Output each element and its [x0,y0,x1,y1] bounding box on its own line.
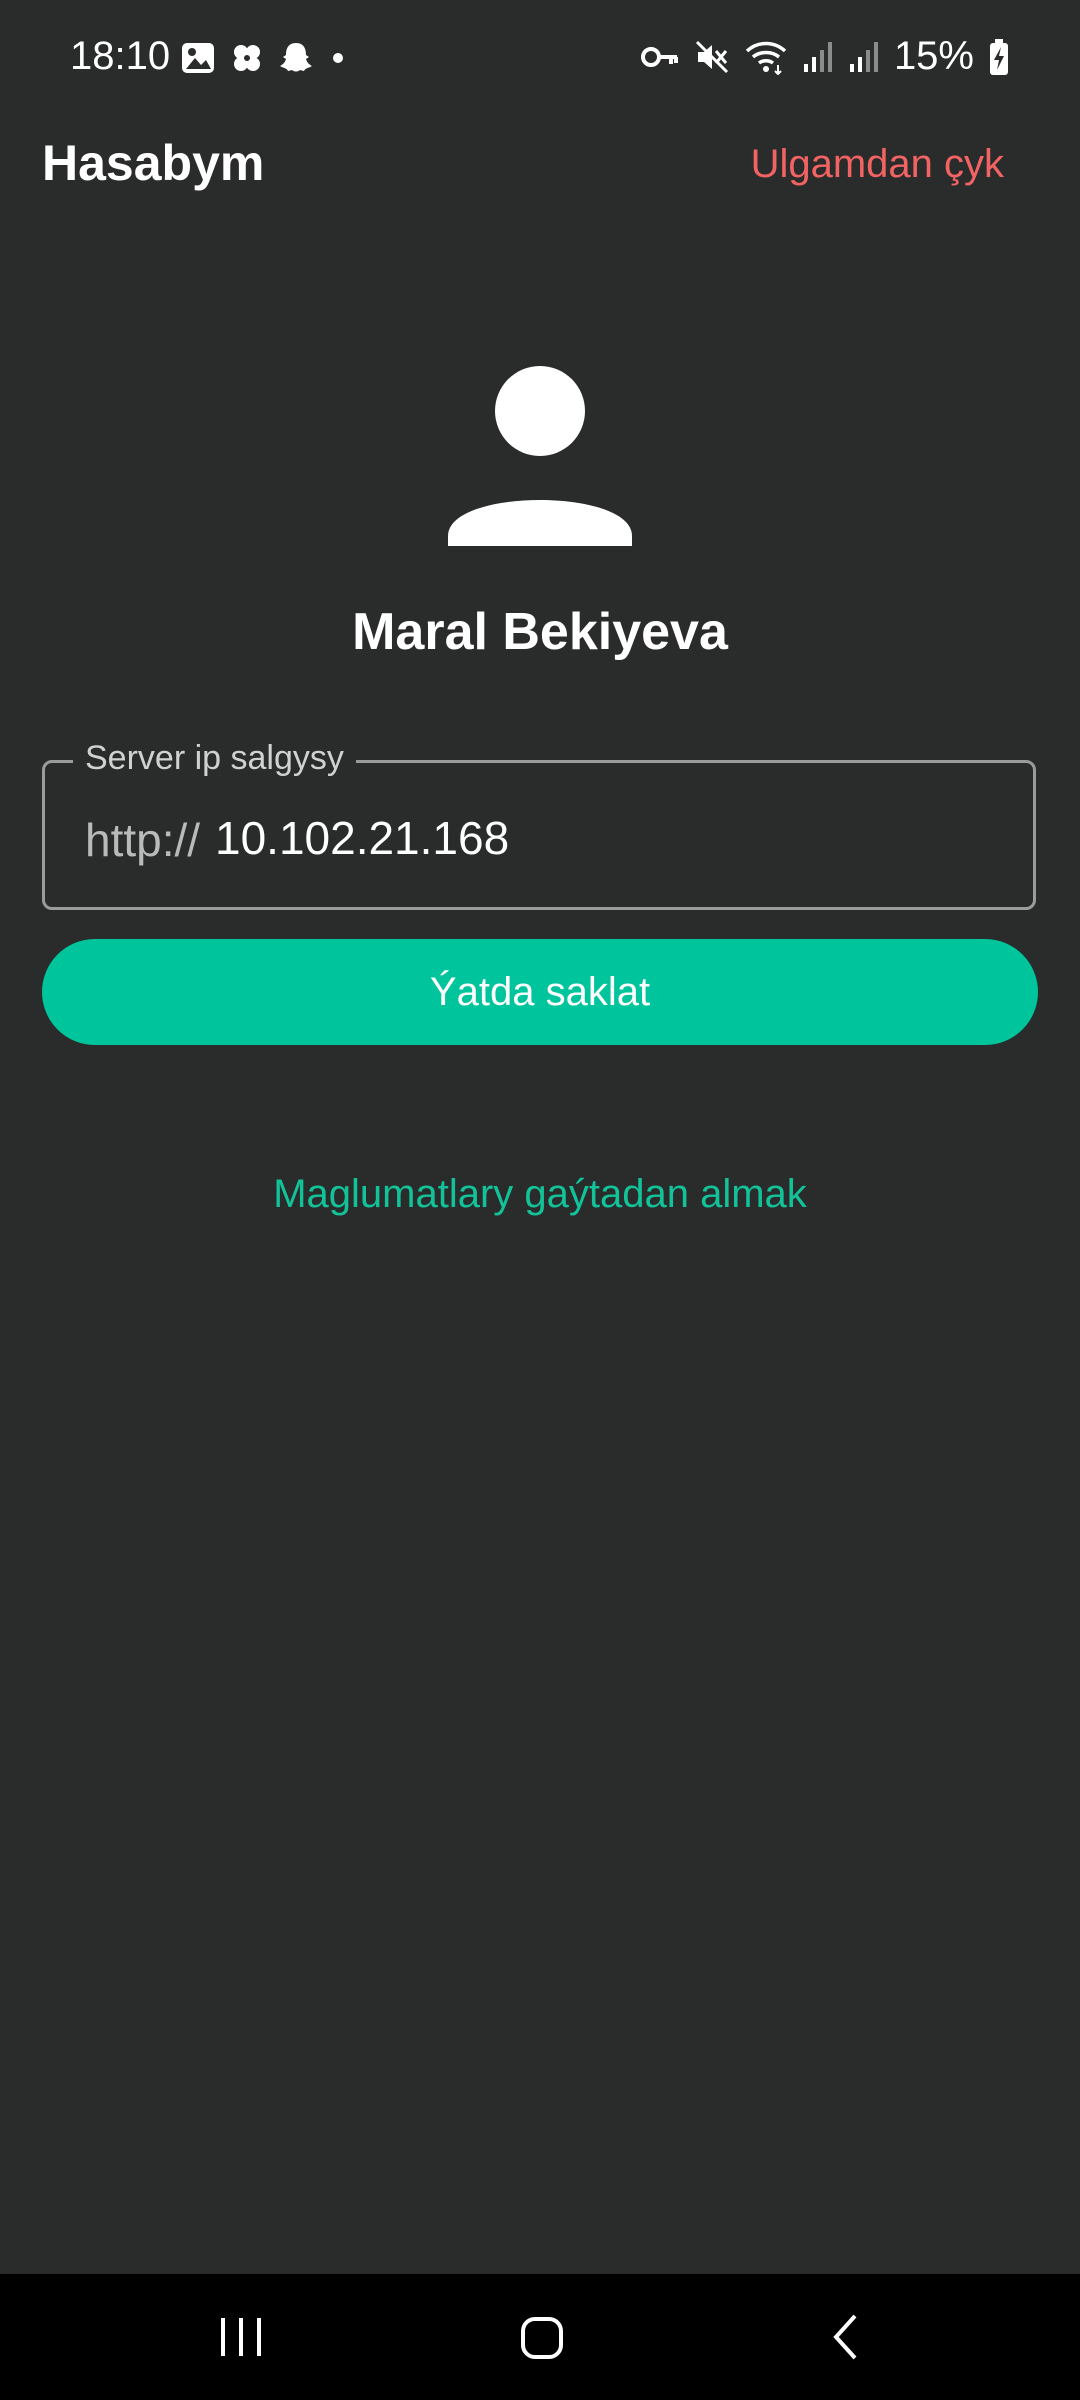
dot-icon [333,53,343,63]
person-icon [448,366,632,546]
mute-icon [695,40,728,73]
page-title: Hasabym [42,135,265,191]
server-ip-prefix: http:// [85,814,201,866]
home-icon [521,2317,563,2359]
logout-button[interactable]: Ulgamdan çyk [751,142,1004,187]
reload-data-link[interactable]: Maglumatlary gaýtadan almak [0,1172,1080,1217]
wifi-icon [745,41,787,75]
home-button[interactable] [496,2304,586,2370]
status-left-icons [180,40,348,76]
snapchat-ghost-icon [280,43,312,72]
signal-icon [803,41,832,72]
signal-icon [849,41,878,72]
status-bar: 18:10 15% [0,0,1080,120]
recents-button[interactable] [196,2304,286,2370]
app-header: Hasabym Ulgamdan çyk [0,120,1080,220]
gallery-icon [182,43,214,73]
key-icon [640,46,678,67]
save-button[interactable]: Ýatda saklat [42,939,1038,1045]
back-icon [833,2314,857,2360]
battery-charging-icon [990,38,1008,75]
recents-icon [221,2318,261,2356]
server-ip-field[interactable]: Server ip salgysy http:// [42,739,1036,910]
back-button[interactable] [800,2304,890,2370]
status-right-icons: 15% [640,34,1010,79]
server-ip-input[interactable] [215,803,995,873]
pinwheel-icon [234,45,260,71]
battery-percentage: 15% [893,34,974,78]
status-time: 18:10 [70,34,171,78]
navigation-bar [0,2274,1080,2400]
user-name: Maral Bekiyeva [352,603,728,661]
server-ip-label: Server ip salgysy [73,739,356,778]
